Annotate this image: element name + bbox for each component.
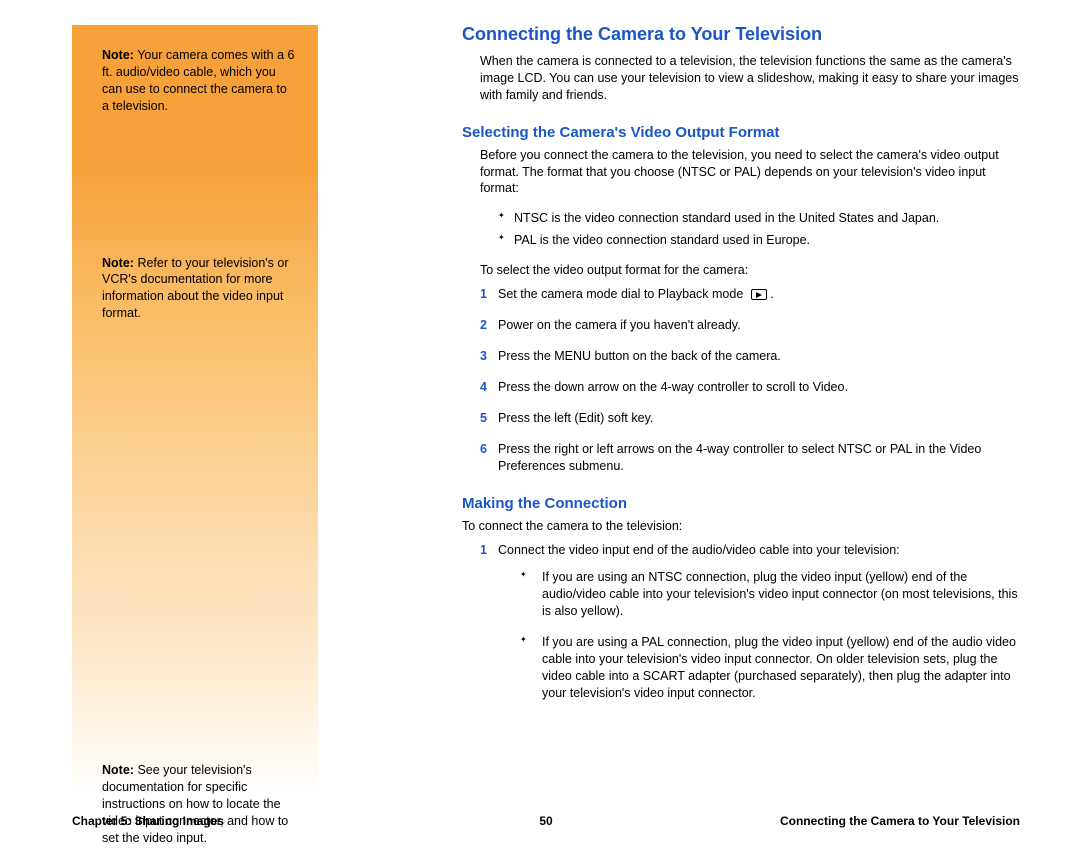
- step-text: Press the MENU button on the back of the…: [498, 348, 1020, 365]
- list-item: PAL is the video connection standard use…: [498, 231, 1020, 249]
- step-item: 2Power on the camera if you haven't alre…: [480, 317, 1020, 334]
- step-number: 5: [480, 410, 498, 427]
- step-text-inner: Set the camera mode dial to Playback mod…: [498, 287, 743, 301]
- list-item: If you are using an NTSC connection, plu…: [520, 569, 1020, 620]
- step-text: Press the down arrow on the 4-way contro…: [498, 379, 1020, 396]
- section1-paragraph: Before you connect the camera to the tel…: [462, 147, 1020, 198]
- step-item: 6Press the right or left arrows on the 4…: [480, 441, 1020, 475]
- page-title: Connecting the Camera to Your Television: [462, 24, 1020, 45]
- step-text: Power on the camera if you haven't alrea…: [498, 317, 1020, 334]
- step-number: 1: [480, 542, 498, 559]
- page: Note: Your camera comes with a 6 ft. aud…: [0, 0, 1080, 834]
- section-heading: Making the Connection: [462, 495, 1020, 512]
- footer-right: Connecting the Camera to Your Television: [780, 814, 1020, 828]
- step-text: Press the left (Edit) soft key.: [498, 410, 1020, 427]
- list-item: NTSC is the video connection standard us…: [498, 209, 1020, 227]
- main-content: Connecting the Camera to Your Television…: [340, 0, 1080, 834]
- step-text: Set the camera mode dial to Playback mod…: [498, 286, 1020, 303]
- intro-paragraph: When the camera is connected to a televi…: [462, 53, 1020, 104]
- note-label: Note:: [102, 256, 134, 270]
- step-number: 4: [480, 379, 498, 396]
- sub-bullets: If you are using an NTSC connection, plu…: [498, 569, 1020, 701]
- format-bullets: NTSC is the video connection standard us…: [462, 209, 1020, 249]
- sidebar-content: Note: Your camera comes with a 6 ft. aud…: [0, 25, 316, 866]
- note-label: Note:: [102, 763, 134, 777]
- section2-lead: To connect the camera to the television:: [462, 518, 1020, 535]
- step-item: 5Press the left (Edit) soft key.: [480, 410, 1020, 427]
- step-text: Connect the video input end of the audio…: [498, 542, 1020, 715]
- footer-left: Chapter 5: Sharing Images: [72, 814, 224, 828]
- note-2: Note: Refer to your television's or VCR'…: [102, 255, 296, 323]
- section1-lead: To select the video output format for th…: [462, 262, 1020, 279]
- steps-list: 1 Set the camera mode dial to Playback m…: [462, 286, 1020, 474]
- sidebar: Note: Your camera comes with a 6 ft. aud…: [0, 0, 340, 834]
- step-item: 4Press the down arrow on the 4-way contr…: [480, 379, 1020, 396]
- step-item: 1 Set the camera mode dial to Playback m…: [480, 286, 1020, 303]
- list-item: If you are using a PAL connection, plug …: [520, 634, 1020, 702]
- connection-steps: 1 Connect the video input end of the aud…: [462, 542, 1020, 715]
- step-number: 6: [480, 441, 498, 458]
- step-number: 1: [480, 286, 498, 303]
- step-number: 2: [480, 317, 498, 334]
- step-text-inner: Connect the video input end of the audio…: [498, 543, 900, 557]
- section-heading: Selecting the Camera's Video Output Form…: [462, 124, 1020, 141]
- note-label: Note:: [102, 48, 134, 62]
- playback-icon: [751, 289, 767, 300]
- step-number: 3: [480, 348, 498, 365]
- note-1: Note: Your camera comes with a 6 ft. aud…: [102, 47, 296, 115]
- step-item: 1 Connect the video input end of the aud…: [480, 542, 1020, 715]
- step-item: 3Press the MENU button on the back of th…: [480, 348, 1020, 365]
- step-text: Press the right or left arrows on the 4-…: [498, 441, 1020, 475]
